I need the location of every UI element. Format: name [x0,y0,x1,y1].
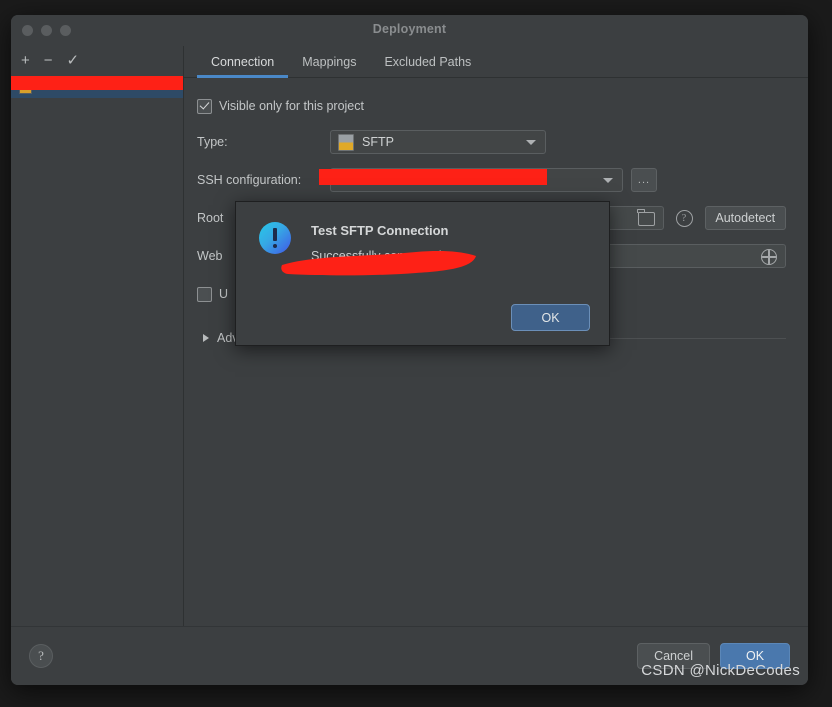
watermark: CSDN @NickDeCodes [641,662,800,679]
sftp-icon [338,133,354,151]
tab-connection[interactable]: Connection [197,55,289,78]
folder-icon[interactable] [637,209,655,226]
type-select[interactable]: SFTP [330,130,546,154]
window-title: Deployment [372,22,447,36]
chevron-down-icon [603,178,613,183]
list-item[interactable] [11,76,183,98]
redaction-overlay [319,169,547,185]
visible-only-label: Visible only for this project [219,99,364,113]
info-exclamation-icon [259,222,291,254]
dialog-message: Successfully connected to [311,248,456,265]
dialog-message-line1: Successfully connected to [311,249,456,263]
title-bar: Deployment [11,15,808,47]
autodetect-button[interactable]: Autodetect [704,206,786,230]
extra-option-label: U [219,287,229,301]
type-value: SFTP [362,135,394,149]
deployment-window: Deployment + − ✓ Connection Mappings Exc… [11,15,808,685]
visible-only-checkbox[interactable] [197,98,212,114]
globe-icon[interactable] [761,249,777,265]
tab-excluded-paths[interactable]: Excluded Paths [370,55,485,77]
chevron-down-icon [526,140,536,145]
visible-only-row: Visible only for this project [197,93,786,119]
server-list-sidebar: + − ✓ [11,46,184,627]
ssh-configuration-browse-button[interactable]: ... [631,168,657,192]
extra-option-checkbox[interactable] [197,286,212,302]
server-list [11,74,183,98]
add-server-icon[interactable]: + [21,53,30,68]
remove-server-icon[interactable]: − [44,53,53,68]
sidebar-toolbar: + − ✓ [11,46,183,74]
chevron-right-icon [203,334,209,342]
dialog-ok-button[interactable]: OK [511,304,590,331]
ssh-configuration-label: SSH configuration: [197,173,302,187]
type-label: Type: [197,135,228,149]
help-icon[interactable]: ? [29,644,53,668]
tab-mappings[interactable]: Mappings [288,55,370,77]
help-icon[interactable]: ? [675,209,693,227]
type-row: Type: SFTP [197,129,786,155]
apply-check-icon[interactable]: ✓ [67,53,80,68]
dialog-title: Test SFTP Connection [311,223,449,238]
tab-bar: Connection Mappings Excluded Paths [184,46,808,78]
test-connection-dialog: Test SFTP Connection Successfully connec… [235,201,610,346]
redaction-overlay [11,76,183,90]
connection-form: Visible only for this project Type: SFTP… [184,77,808,627]
